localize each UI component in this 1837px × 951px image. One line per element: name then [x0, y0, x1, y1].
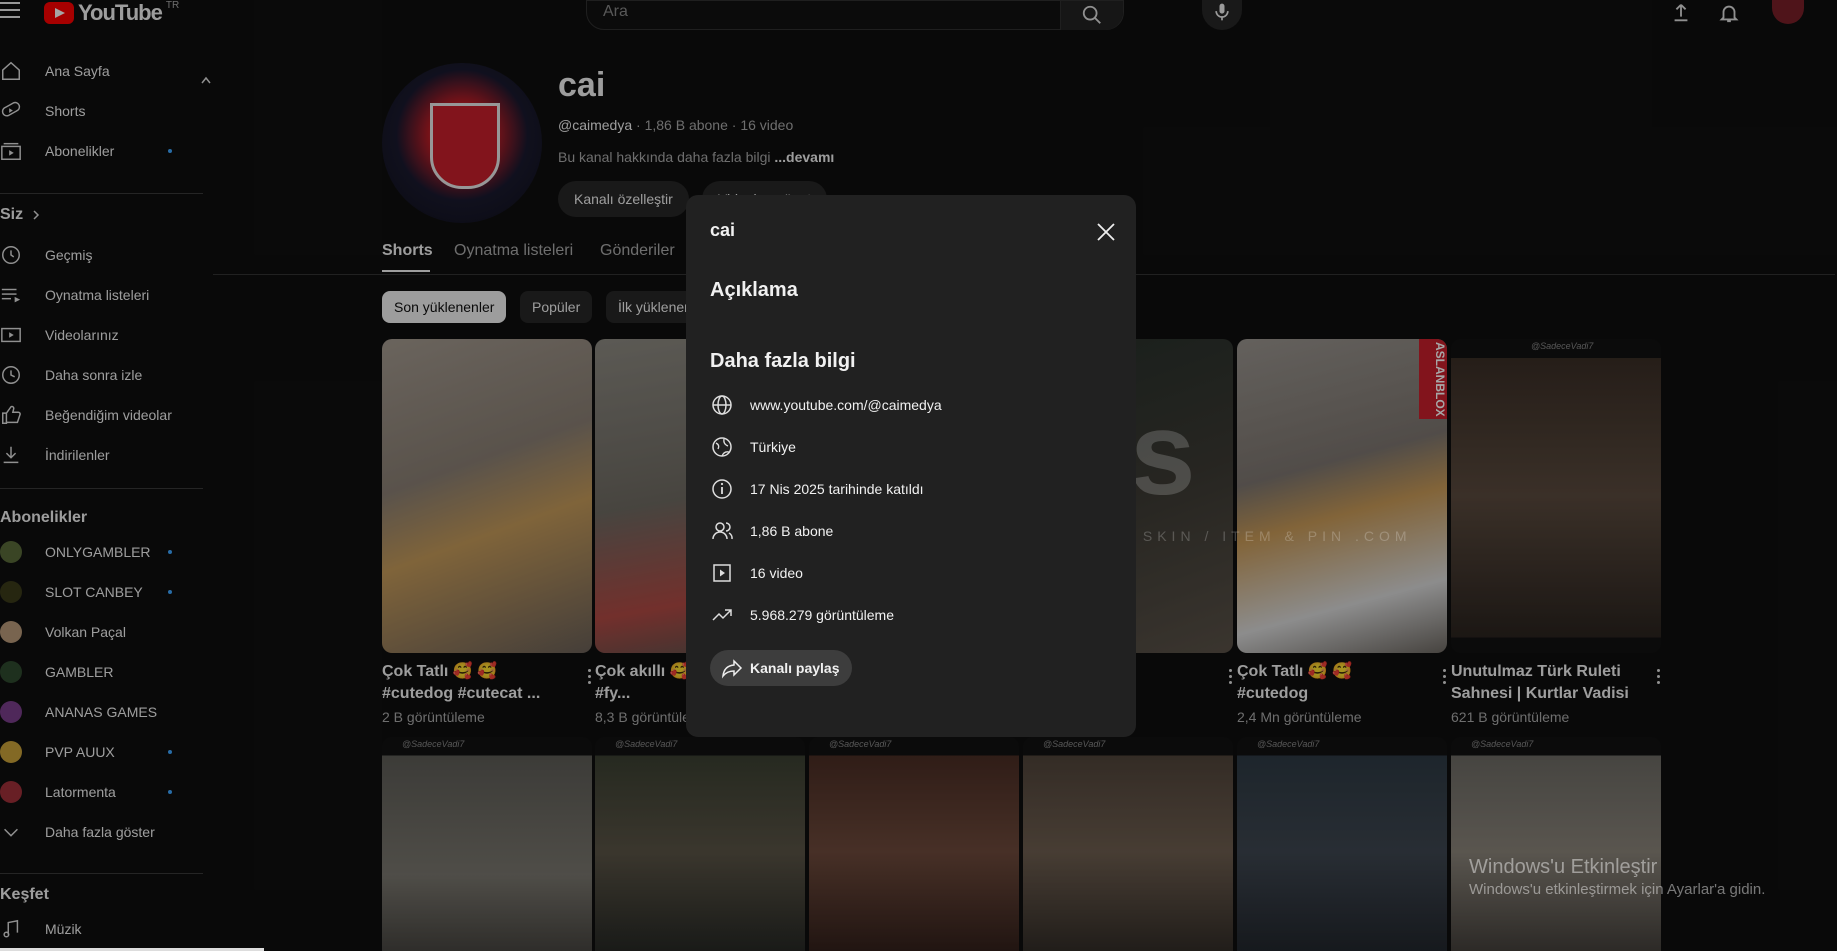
- subscribers-icon: [712, 522, 733, 540]
- trending-icon: [712, 609, 732, 621]
- video-icon: [713, 564, 731, 582]
- video-count: 16 video: [750, 565, 803, 581]
- info-row-videos: 16 video: [710, 561, 803, 585]
- description-heading: Açıklama: [710, 279, 798, 301]
- windows-activation-subtitle: Windows'u etkinleştirmek için Ayarlar'a …: [1469, 881, 1766, 898]
- close-icon[interactable]: [1094, 220, 1118, 244]
- info-row-link[interactable]: www.youtube.com/@caimedya: [710, 393, 942, 417]
- dialog-title: cai: [710, 220, 736, 240]
- share-icon: [722, 659, 743, 679]
- view-count: 5.968.279 görüntüleme: [750, 607, 894, 623]
- country-text: Türkiye: [750, 439, 796, 455]
- windows-activation-title: Windows'u Etkinleştir: [1469, 856, 1658, 878]
- info-row-location: Türkiye: [710, 435, 796, 459]
- channel-link[interactable]: www.youtube.com/@caimedya: [750, 397, 942, 413]
- info-row-views: 5.968.279 görüntüleme: [710, 603, 894, 627]
- globe-icon: [712, 395, 732, 415]
- info-row-joined: 17 Nis 2025 tarihinde katıldı: [710, 477, 924, 501]
- location-icon: [712, 437, 732, 457]
- joined-date: 17 Nis 2025 tarihinde katıldı: [750, 481, 924, 497]
- share-label: Kanalı paylaş: [750, 660, 840, 676]
- subscriber-count: 1,86 B abone: [750, 523, 834, 539]
- share-channel-button[interactable]: Kanalı paylaş: [710, 650, 852, 686]
- info-icon: [712, 479, 732, 499]
- more-info-heading: Daha fazla bilgi: [710, 350, 856, 372]
- about-channel-dialog: cai Açıklama Daha fazla bilgi www.youtub…: [686, 195, 1136, 737]
- info-row-subscribers: 1,86 B abone: [710, 519, 833, 543]
